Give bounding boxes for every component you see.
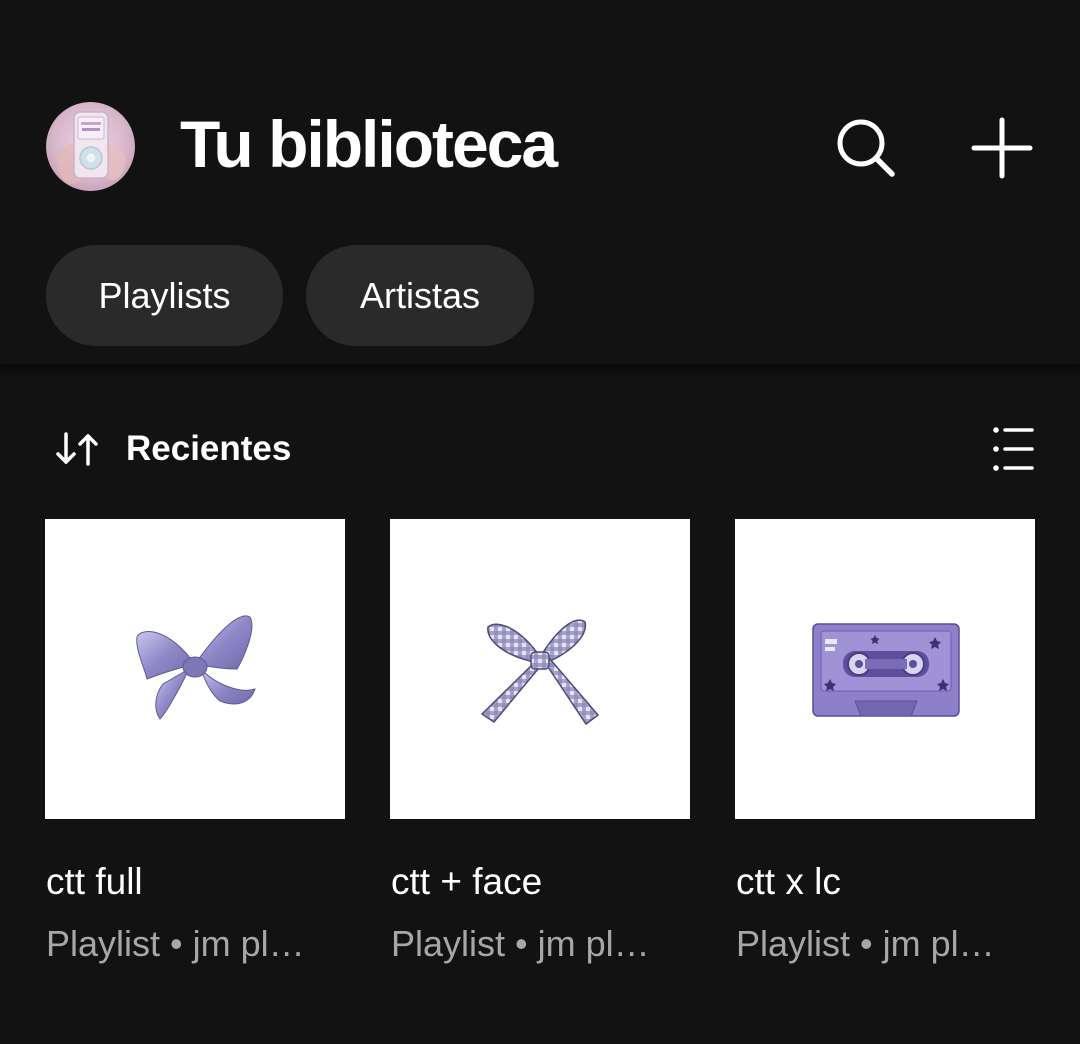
library-header: Tu biblioteca Playlists Artistas: [0, 0, 1080, 364]
search-icon: [837, 119, 895, 177]
playlist-subtitle: Playlist • jm pl…: [46, 923, 305, 964]
playlist-cover: [735, 519, 1035, 819]
sort-label: Recientes: [126, 429, 292, 468]
view-toggle-button[interactable]: [986, 422, 1040, 476]
list-view-icon: [993, 427, 1034, 471]
playlist-cover: [45, 519, 345, 819]
search-button[interactable]: [828, 110, 904, 186]
sort-arrows-icon: [56, 432, 98, 466]
filter-chip-artistas[interactable]: Artistas: [306, 245, 534, 346]
filter-chip-playlists[interactable]: Playlists: [46, 245, 283, 346]
cassette-icon: [812, 623, 960, 717]
sort-button[interactable]: Recientes: [54, 424, 291, 474]
playlist-title: ctt + face: [391, 861, 543, 902]
playlist-subtitle: Playlist • jm pl…: [391, 923, 650, 964]
plus-icon: [971, 117, 1033, 179]
playlist-cover: [390, 519, 690, 819]
playlist-subtitle: Playlist • jm pl…: [736, 923, 995, 964]
ribbon-icon: [480, 619, 600, 726]
library-content: Recientes ctt full Playlist • jm pl… ctt…: [0, 364, 1080, 1044]
bow-icon: [136, 615, 256, 720]
playlist-card[interactable]: ctt full Playlist • jm pl…: [45, 519, 345, 964]
create-button[interactable]: [962, 108, 1042, 188]
playlist-title: ctt full: [46, 861, 143, 902]
profile-avatar[interactable]: [46, 102, 135, 191]
playlist-card[interactable]: ctt x lc Playlist • jm pl…: [735, 519, 1035, 964]
playlist-title: ctt x lc: [736, 861, 841, 902]
playlist-card[interactable]: ctt + face Playlist • jm pl…: [390, 519, 690, 964]
page-title: Tu biblioteca: [180, 107, 558, 181]
